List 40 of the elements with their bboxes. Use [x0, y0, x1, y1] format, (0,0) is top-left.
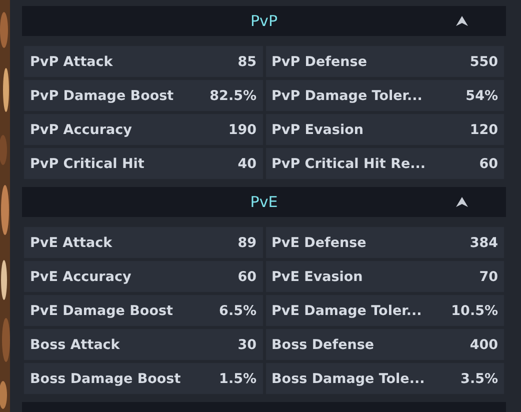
stat-value: 89 [238, 234, 256, 250]
section-title: PvP [250, 12, 278, 30]
stat-label: PvE Damage Toler... [272, 302, 422, 318]
stat-value: 60 [238, 268, 256, 284]
stat-value: 60 [479, 156, 498, 172]
stat-label: PvE Damage Boost [30, 302, 173, 318]
stat-value: 10.5% [451, 302, 498, 318]
stat-value: 30 [238, 336, 256, 352]
stat-value: 40 [238, 156, 256, 172]
stat-label: PvE Evasion [272, 268, 363, 284]
stat-value: 54% [466, 88, 498, 104]
section-title: PvE [250, 193, 278, 211]
stat-label: PvP Accuracy [30, 122, 132, 138]
stat-label: Boss Defense [272, 336, 374, 352]
stat-value: 6.5% [219, 302, 256, 318]
stat-label: PvE Attack [30, 234, 112, 250]
stat-label: PvE Defense [272, 234, 366, 250]
stat-value: 82.5% [210, 88, 256, 104]
stat-label: PvP Damage Toler... [272, 88, 422, 104]
stat-label: Boss Attack [30, 336, 120, 352]
stat-value: 70 [479, 268, 498, 284]
stat-value: 3.5% [460, 370, 498, 386]
stat-value: 400 [470, 336, 498, 352]
stat-label: PvP Critical Hit Re... [272, 156, 426, 172]
stat-label: PvP Damage Boost [30, 88, 174, 104]
stat-label: PvP Attack [30, 54, 113, 70]
stat-label: PvP Evasion [272, 122, 364, 138]
stat-value: 190 [228, 122, 256, 138]
stat-value: 85 [238, 54, 256, 70]
stat-value: 1.5% [219, 370, 256, 386]
stat-value: 384 [470, 234, 498, 250]
collapse-arrow-icon[interactable] [456, 16, 468, 26]
stat-label: PvP Defense [272, 54, 367, 70]
collapse-arrow-icon[interactable] [456, 197, 468, 207]
stat-label: PvP Critical Hit [30, 156, 144, 172]
stat-label: Boss Damage Tole... [272, 370, 425, 386]
stat-value: 550 [470, 54, 498, 70]
stat-label: PvE Accuracy [30, 268, 132, 284]
stat-label: Boss Damage Boost [30, 370, 181, 386]
stat-value: 120 [470, 122, 498, 138]
